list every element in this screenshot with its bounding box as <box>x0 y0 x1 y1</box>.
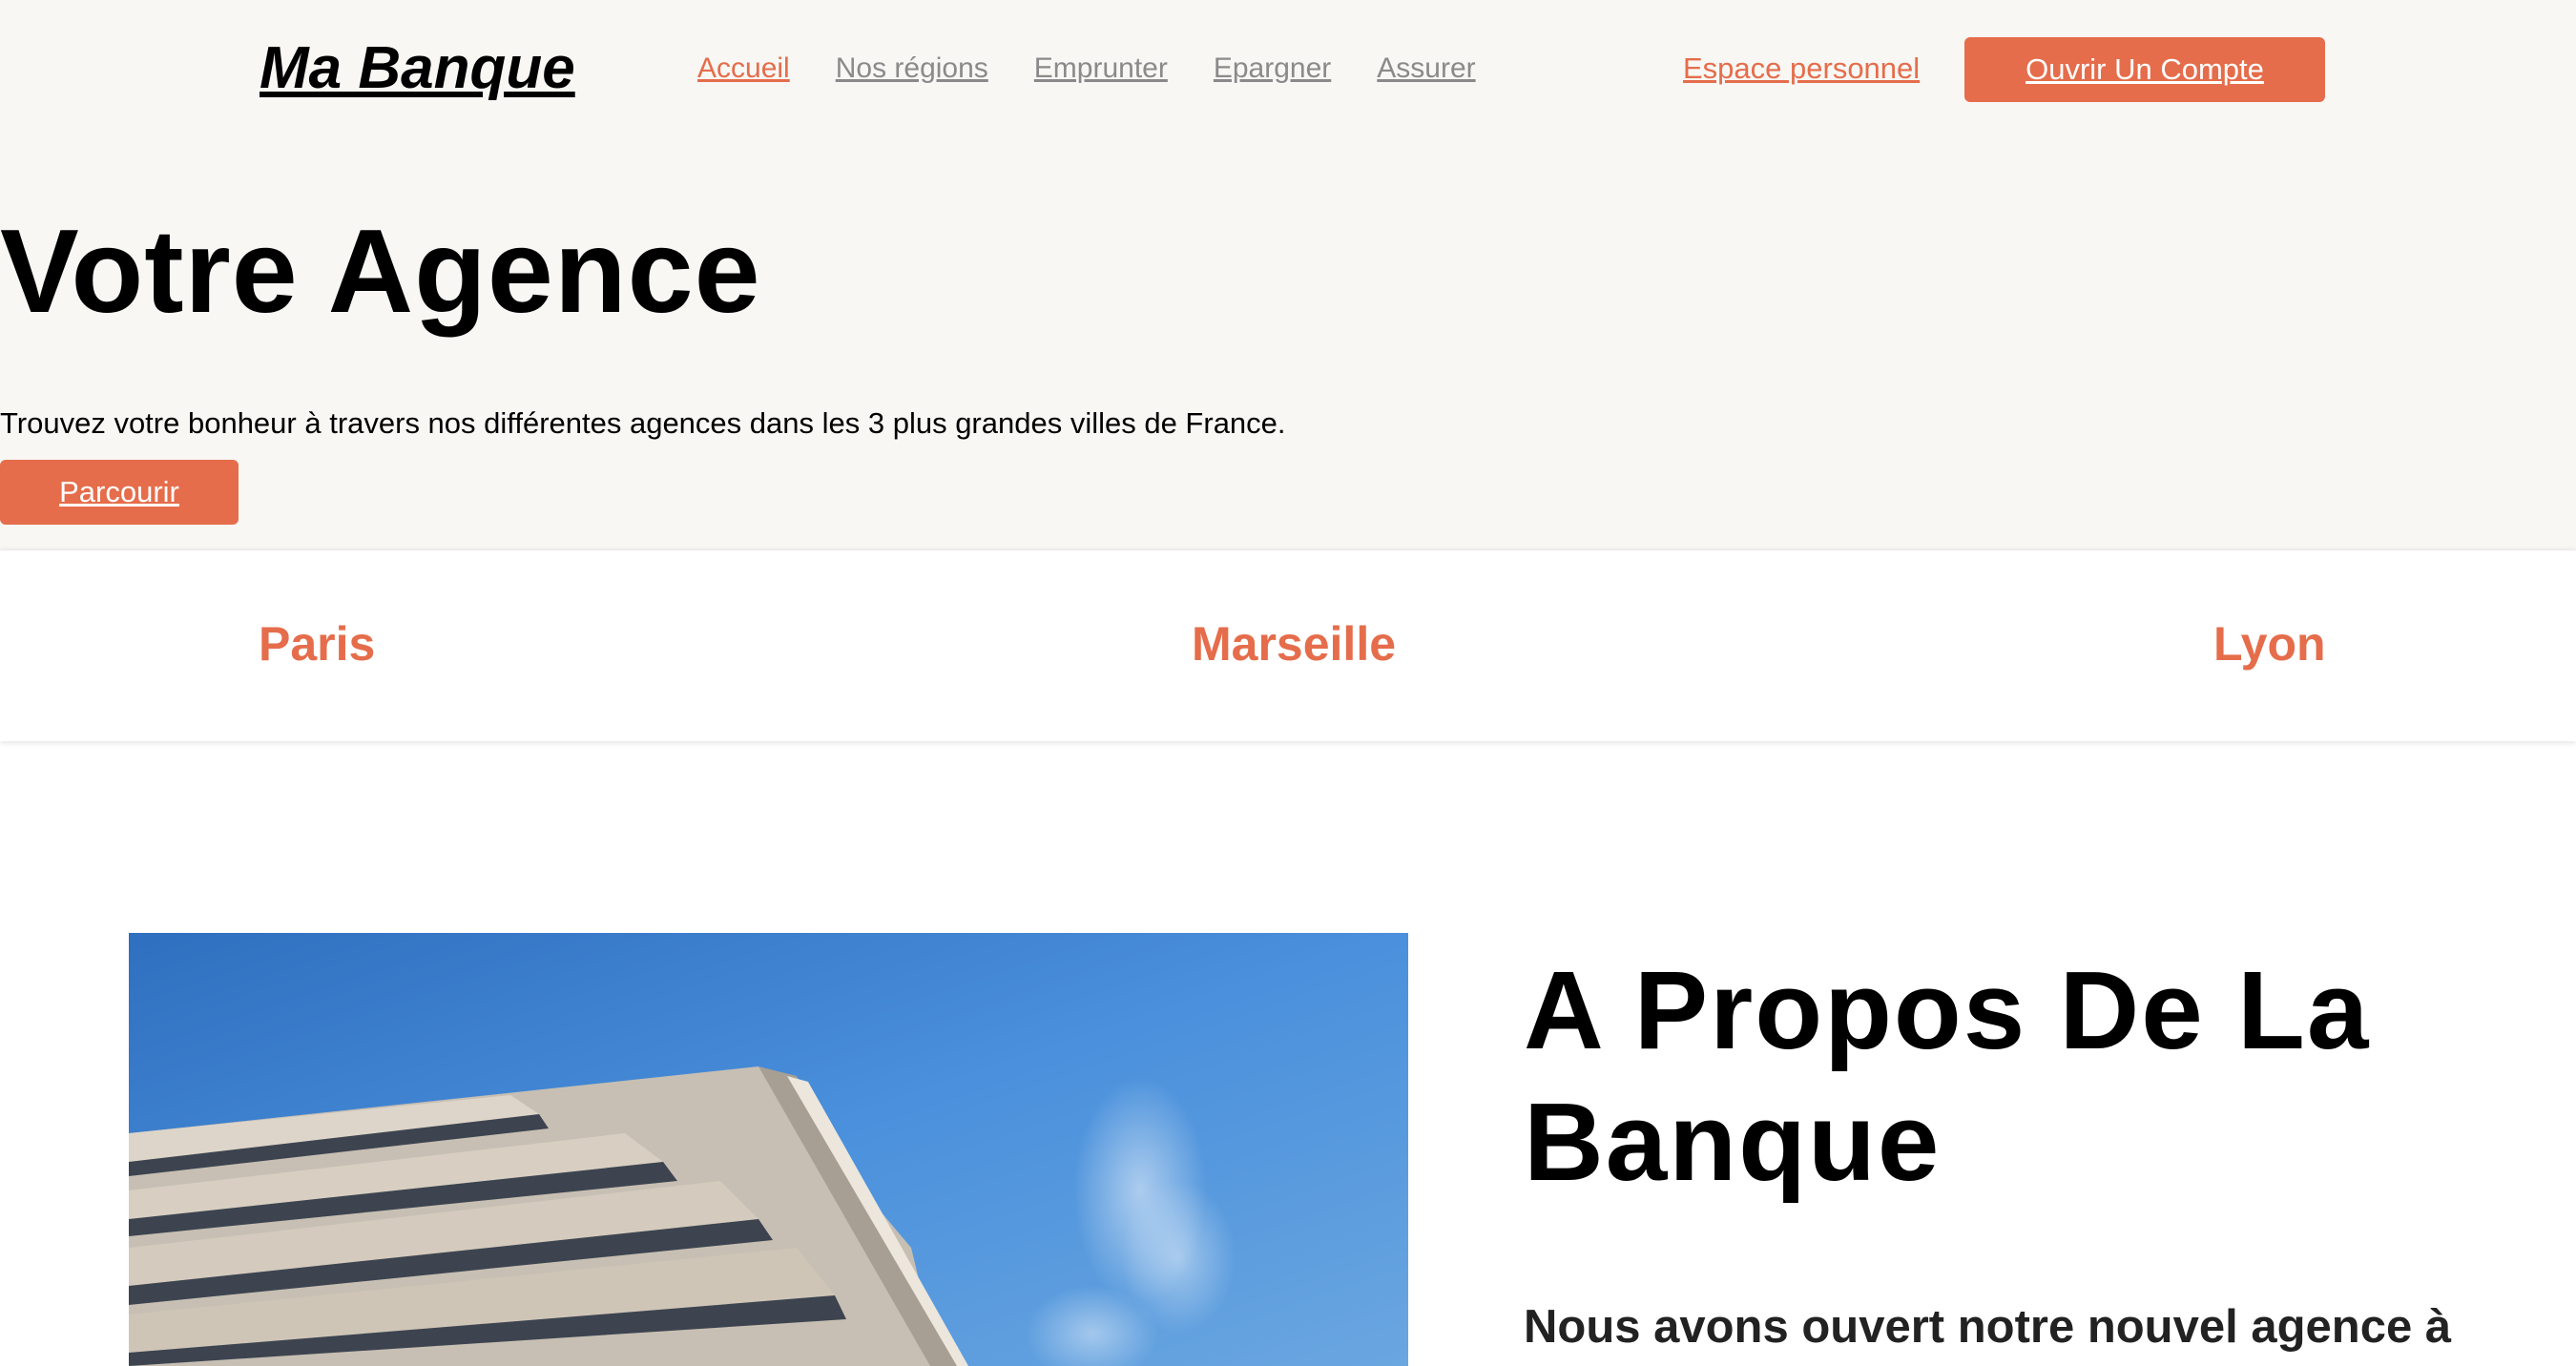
cities-bar: Paris Marseille Lyon <box>0 550 2576 741</box>
nav-item-nos-regions[interactable]: Nos régions <box>836 48 988 90</box>
hero-section: Ma Banque Accueil Nos régions Emprunter … <box>0 0 2576 550</box>
espace-personnel-link[interactable]: Espace personnel <box>1683 48 1920 90</box>
city-link-lyon[interactable]: Lyon <box>2213 606 2326 682</box>
nav-item-epargner[interactable]: Epargner <box>1214 48 1331 90</box>
open-account-button[interactable]: Ouvrir Un Compte <box>1964 37 2325 102</box>
city-link-marseille[interactable]: Marseille <box>1192 606 1396 682</box>
nav-item-accueil[interactable]: Accueil <box>697 48 790 90</box>
about-title: A Propos De La Banque <box>1524 948 2371 1204</box>
building-illustration <box>129 933 1408 1366</box>
hero-subtitle: Trouvez votre bonheur à travers nos diff… <box>0 406 1286 440</box>
main-nav: Accueil Nos régions Emprunter Epargner A… <box>697 48 1476 90</box>
nav-item-assurer[interactable]: Assurer <box>1377 48 1475 90</box>
hero-title: Votre Agence <box>0 206 761 338</box>
city-link-paris[interactable]: Paris <box>259 606 375 682</box>
bank-building-photo <box>129 933 1408 1366</box>
site-logo[interactable]: Ma Banque <box>260 32 575 105</box>
parcourir-button[interactable]: Parcourir <box>0 460 239 525</box>
nav-item-emprunter[interactable]: Emprunter <box>1034 48 1168 90</box>
about-text: Nous avons ouvert notre nouvel agence à <box>1524 1301 2452 1353</box>
